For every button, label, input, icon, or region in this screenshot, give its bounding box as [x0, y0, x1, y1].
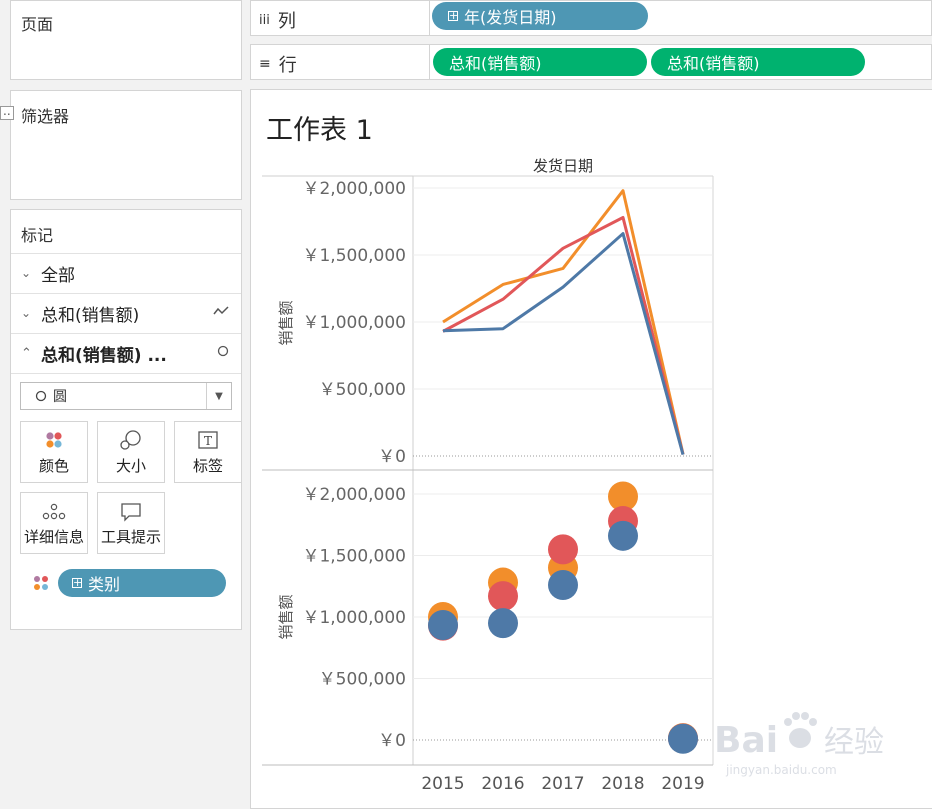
y-tick-label: ￥2,000,000	[302, 179, 406, 199]
baidu-watermark-logo: Bai 经验 jingyan.baidu.com	[714, 712, 884, 777]
chart-header: 发货日期	[533, 157, 593, 175]
svg-text:Bai: Bai	[714, 720, 778, 761]
y-tick-label: ￥500,000	[319, 670, 406, 690]
series-line-1[interactable]	[442, 215, 685, 455]
y-tick-label: ￥1,500,000	[302, 547, 406, 567]
svg-text:经验: 经验	[824, 725, 884, 760]
y-tick-label: ￥1,000,000	[302, 313, 406, 333]
data-point-2-2019[interactable]	[668, 723, 698, 754]
chart-ticks: ￥2,000,000 ￥1,500,000 ￥1,000,000 ￥500,000 ￥0…	[302, 179, 704, 794]
x-tick-label: 2019	[661, 774, 704, 794]
y-tick-label: ￥2,000,000	[302, 485, 406, 505]
y-axis-label-bottom: 销售额	[277, 594, 295, 639]
svg-text:jingyan.baidu.com: jingyan.baidu.com	[725, 763, 837, 777]
data-point-2-2017[interactable]	[548, 570, 578, 601]
y-axis-label-top: 销售额	[277, 300, 295, 345]
y-tick-label: ￥0	[378, 731, 406, 751]
chart-grid	[413, 187, 713, 741]
x-tick-label: 2015	[421, 774, 464, 794]
data-point-2-2018[interactable]	[608, 520, 638, 551]
x-tick-label: 2018	[601, 774, 644, 794]
data-point-2-2016[interactable]	[488, 608, 518, 639]
chart-marks	[428, 189, 698, 754]
x-tick-label: 2017	[541, 774, 584, 794]
y-tick-label: ￥0	[378, 447, 406, 467]
data-point-2-2015[interactable]	[428, 609, 458, 640]
x-tick-label: 2016	[481, 774, 524, 794]
data-point-1-2017[interactable]	[548, 534, 578, 565]
data-point-1-2016[interactable]	[488, 581, 518, 612]
y-tick-label: ￥500,000	[319, 380, 406, 400]
y-tick-label: ￥1,500,000	[302, 246, 406, 266]
y-tick-label: ￥1,000,000	[302, 608, 406, 628]
sales-chart: 发货日期 销售额 销售额 ￥2,000,000 ￥1,500,000 ￥1,000,…	[262, 157, 714, 794]
